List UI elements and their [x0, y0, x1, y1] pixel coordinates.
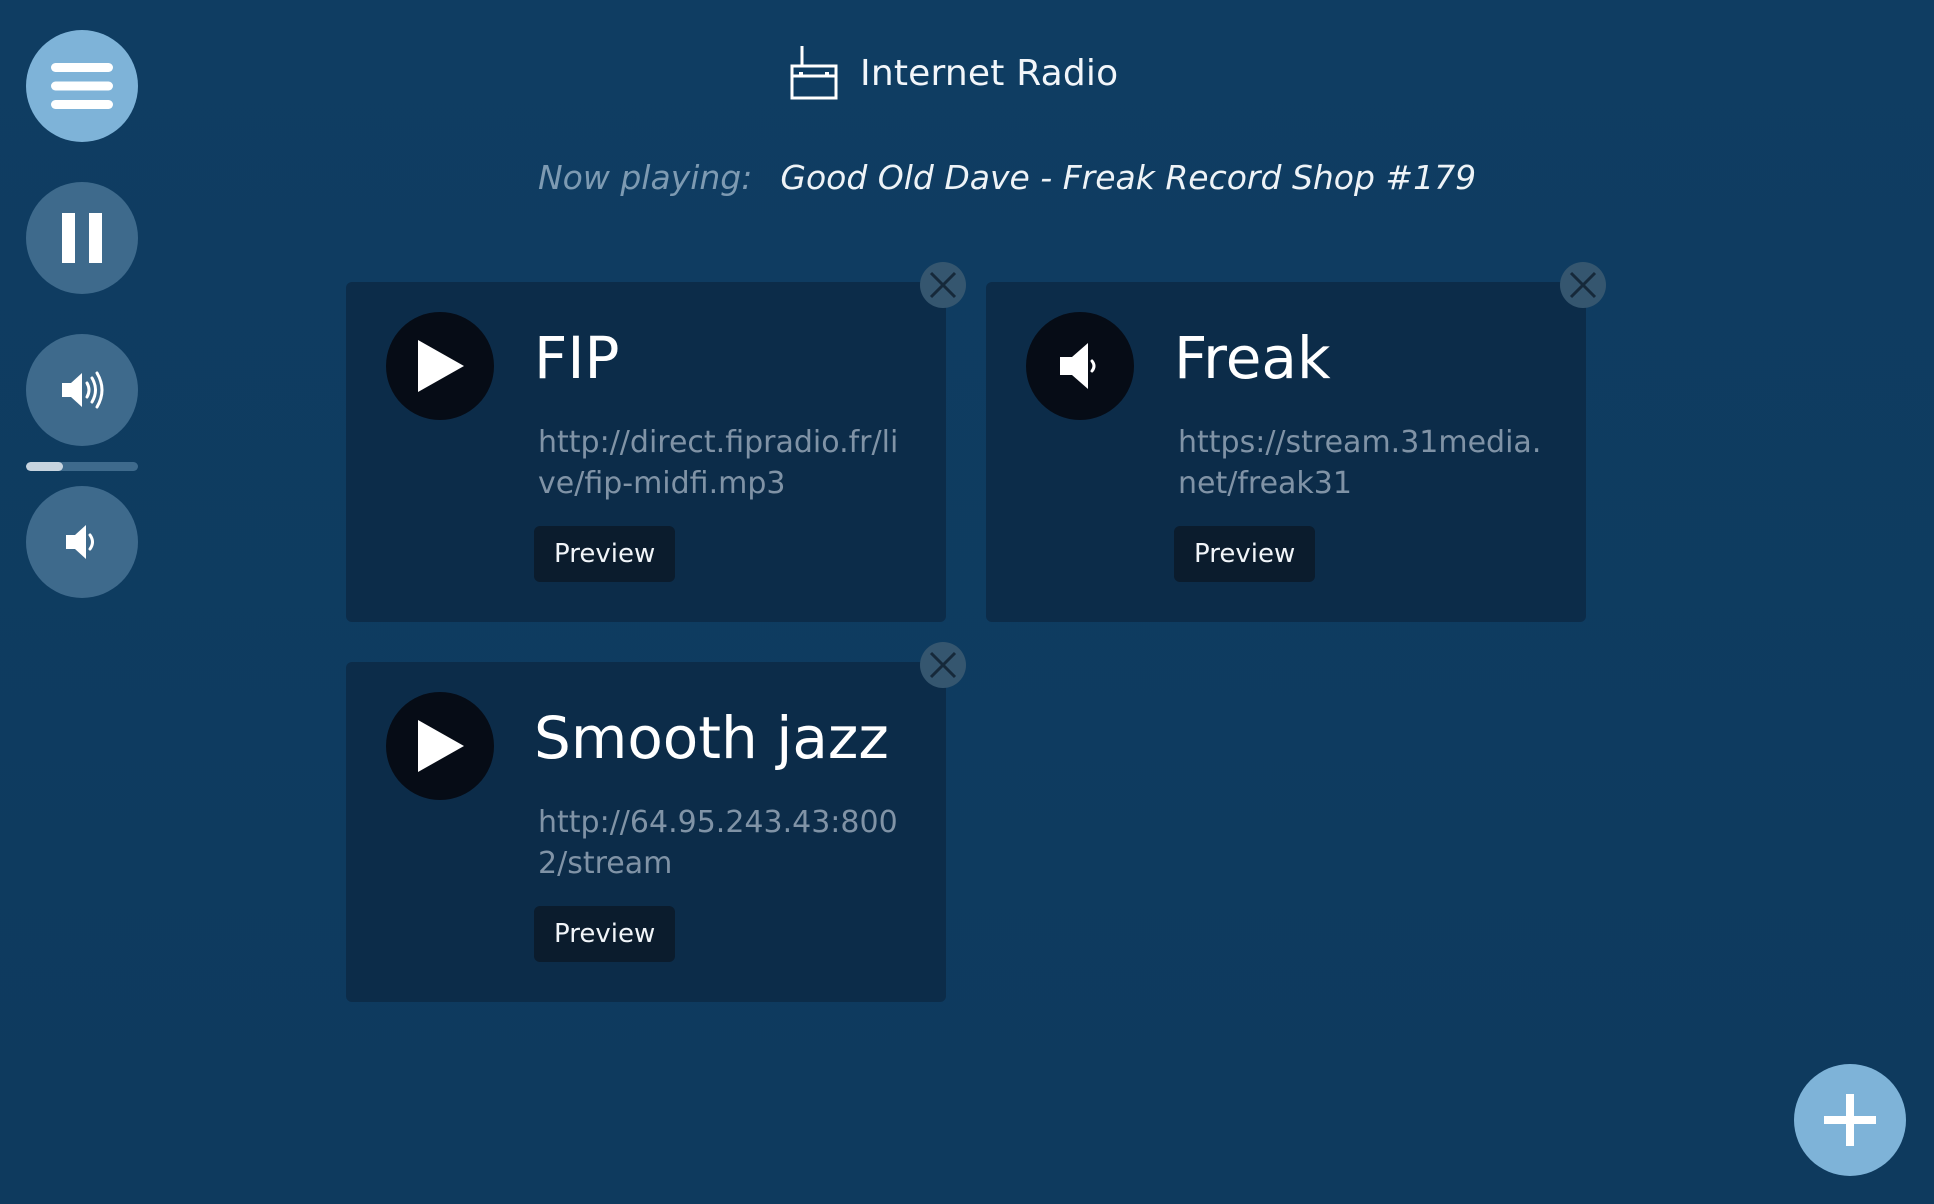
volume-slider[interactable]: [26, 462, 138, 471]
preview-button[interactable]: Preview: [534, 526, 676, 582]
volume-down-button[interactable]: [26, 486, 138, 598]
volume-up-button[interactable]: [26, 334, 138, 446]
close-icon: [929, 651, 957, 679]
volume-up-icon: [62, 371, 104, 409]
pause-icon: [62, 213, 102, 263]
station-name: FIP: [534, 324, 620, 392]
close-icon: [1569, 271, 1597, 299]
pause-button[interactable]: [26, 182, 138, 294]
now-playing: Now playing: Good Old Dave - Freak Recor…: [538, 158, 1476, 197]
station-play-button[interactable]: [1026, 312, 1134, 420]
station-card-smooth-jazz: Smooth jazz http://64.95.243.43:8002/str…: [346, 642, 966, 1002]
speaker-icon: [1060, 343, 1096, 389]
hamburger-menu-icon: [51, 63, 113, 109]
preview-button[interactable]: Preview: [1174, 526, 1316, 582]
station-url: http://64.95.243.43:8002/stream: [538, 805, 898, 881]
play-icon: [418, 720, 464, 772]
station-card-freak: Freak https://stream.31media.net/freak31…: [986, 262, 1606, 622]
volume-down-icon: [66, 525, 94, 559]
station-url: https://stream.31media.net/freak31: [1178, 425, 1542, 501]
station-play-button[interactable]: [386, 692, 494, 800]
close-icon: [929, 271, 957, 299]
now-playing-track: Good Old Dave - Freak Record Shop #179: [780, 158, 1477, 197]
station-play-button[interactable]: [386, 312, 494, 420]
station-name: Smooth jazz: [534, 704, 889, 772]
now-playing-label: Now playing:: [538, 158, 753, 197]
station-url: http://direct.fipradio.fr/live/fip-midfi…: [538, 425, 899, 501]
app-root: Internet Radio Now playing: Good Old Dav…: [0, 0, 1934, 1204]
add-station-button[interactable]: [1794, 1064, 1906, 1176]
preview-button[interactable]: Preview: [534, 906, 676, 962]
radio-icon: [790, 46, 838, 100]
remove-station-button[interactable]: [1560, 262, 1606, 308]
plus-icon: [1824, 1094, 1876, 1146]
remove-station-button[interactable]: [920, 262, 966, 308]
play-icon: [418, 340, 464, 392]
station-card-fip: FIP http://direct.fipradio.fr/live/fip-m…: [346, 262, 966, 622]
remove-station-button[interactable]: [920, 642, 966, 688]
menu-button[interactable]: [26, 30, 138, 142]
app-header: Internet Radio: [790, 44, 1118, 102]
station-name: Freak: [1174, 324, 1331, 392]
page-title: Internet Radio: [860, 52, 1119, 94]
volume-level: [26, 462, 63, 471]
